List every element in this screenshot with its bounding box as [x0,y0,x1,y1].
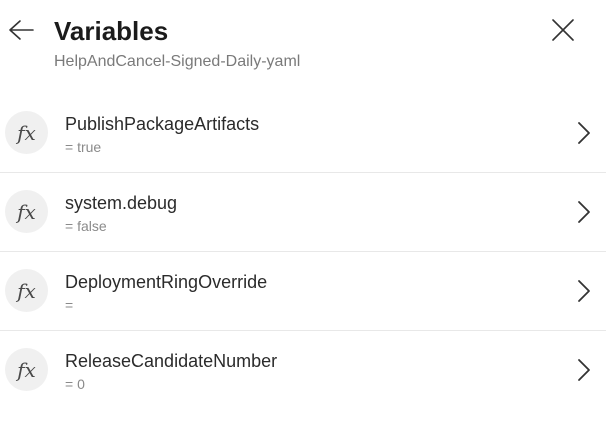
function-icon: fx [5,111,48,154]
variable-name: system.debug [65,193,178,213]
variable-row[interactable]: fx DeploymentRingOverride = [0,252,606,331]
variable-list: fx PublishPackageArtifacts = true fx sys… [0,94,606,409]
variable-name: ReleaseCandidateNumber [65,351,278,371]
variable-row[interactable]: fx PublishPackageArtifacts = true [0,94,606,173]
variable-row[interactable]: fx system.debug = false [0,173,606,252]
chevron-right-icon [572,120,596,146]
function-icon: fx [5,348,48,391]
arrow-left-icon [8,19,34,46]
chevron-right-icon [572,357,596,383]
function-icon: fx [5,269,48,312]
variable-name: DeploymentRingOverride [65,272,268,292]
back-button[interactable] [4,14,38,50]
variables-panel: Variables HelpAndCancel-Signed-Daily-yam… [0,0,606,436]
variable-value: = false [65,218,107,234]
chevron-right-icon [572,278,596,304]
panel-header: Variables HelpAndCancel-Signed-Daily-yam… [0,0,606,92]
pipeline-name: HelpAndCancel-Signed-Daily-yaml [54,53,301,70]
variable-value: = 0 [65,376,85,392]
variable-row[interactable]: fx ReleaseCandidateNumber = 0 [0,331,606,409]
variable-value: = [65,297,74,313]
variable-name: PublishPackageArtifacts [65,114,260,134]
function-icon: fx [5,190,48,233]
chevron-right-icon [572,199,596,225]
page-title: Variables [54,16,169,46]
variable-value: = true [65,139,102,155]
close-button[interactable] [544,13,582,51]
close-icon [552,18,574,46]
